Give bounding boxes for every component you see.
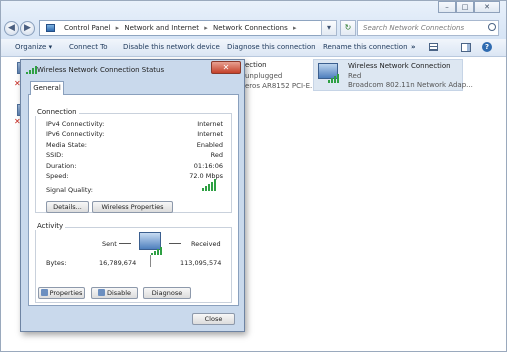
lan-connection-name[interactable]: ection <box>245 61 267 69</box>
shield-icon <box>97 289 105 296</box>
more-commands-button[interactable]: » <box>411 43 416 51</box>
breadcrumb-control-panel[interactable]: Control Panel <box>64 24 110 32</box>
diagnose-connection-button[interactable]: Diagnose this connection <box>227 43 316 51</box>
ssid-value: Red <box>210 151 223 159</box>
signal-bars-icon <box>328 74 339 83</box>
activity-group-label: Activity <box>35 222 66 230</box>
connect-to-button[interactable]: Connect To <box>69 43 108 51</box>
preview-pane-icon[interactable] <box>461 43 471 52</box>
activity-signal-icon <box>151 247 162 255</box>
command-bar: Organize ▾ Connect To Disable this netwo… <box>1 39 506 57</box>
minimize-button[interactable]: – <box>438 1 456 13</box>
address-bar[interactable]: Control Panel ▸ Network and Internet ▸ N… <box>39 20 337 36</box>
lan-connection-adapter: eros AR8152 PCI-E... <box>245 82 317 90</box>
breadcrumb-sep-icon: ▸ <box>293 24 297 32</box>
bytes-label: Bytes: <box>46 259 67 267</box>
dialog-close-icon[interactable]: ✕ <box>211 61 241 74</box>
received-label: Received <box>191 240 221 248</box>
breadcrumb-network-connections[interactable]: Network Connections <box>213 24 288 32</box>
search-input[interactable]: Search Network Connections <box>357 20 499 36</box>
help-icon[interactable]: ? <box>482 42 492 52</box>
media-state-label: Media State: <box>46 141 87 149</box>
tab-general[interactable]: General <box>30 81 64 95</box>
maximize-button[interactable]: □ <box>456 1 474 13</box>
ipv4-value: Internet <box>197 120 223 128</box>
breadcrumb-network-internet[interactable]: Network and Internet <box>124 24 199 32</box>
rename-connection-button[interactable]: Rename this connection <box>323 43 408 51</box>
view-options-icon[interactable] <box>429 43 438 51</box>
received-line <box>169 243 181 244</box>
wireless-connection-item[interactable]: Wireless Network Connection Red Broadcom… <box>313 59 473 91</box>
bytes-divider <box>150 255 151 267</box>
diagnose-button[interactable]: Diagnose <box>143 287 191 299</box>
dialog-title: Wireless Network Connection Status <box>37 66 165 74</box>
sent-line <box>119 243 131 244</box>
general-tab-panel: Connection IPv4 Connectivity: Internet I… <box>28 94 239 306</box>
window-close-button[interactable]: ✕ <box>474 1 500 13</box>
ipv6-label: IPv6 Connectivity: <box>46 130 105 138</box>
close-button[interactable]: Close <box>192 313 235 325</box>
shield-icon <box>40 289 48 296</box>
disable-button[interactable]: Disable <box>91 287 138 299</box>
search-icon[interactable] <box>488 23 496 31</box>
disable-label: Disable <box>106 289 132 297</box>
bytes-received-value: 113,095,574 <box>180 259 222 267</box>
wireless-status-dialog: Wireless Network Connection Status ✕ Gen… <box>20 59 245 332</box>
duration-value: 01:16:06 <box>193 162 223 170</box>
signal-quality-icon <box>202 179 216 191</box>
sent-label: Sent <box>102 240 117 248</box>
dialog-signal-icon <box>26 66 37 74</box>
wireless-connection-adapter: Broadcom 802.11n Network Adap... <box>348 81 473 89</box>
bytes-sent-value: 16,789,674 <box>99 259 137 267</box>
address-dropdown-icon[interactable]: ▾ <box>321 20 337 36</box>
control-panel-icon <box>46 24 55 32</box>
wireless-connection-status: Red <box>348 72 362 80</box>
wireless-connection-name: Wireless Network Connection <box>348 62 451 70</box>
disable-device-button[interactable]: Disable this network device <box>123 43 220 51</box>
ssid-label: SSID: <box>46 151 64 159</box>
speed-label: Speed: <box>46 172 69 180</box>
refresh-icon[interactable]: ↻ <box>340 20 356 36</box>
breadcrumb-sep-icon: ▸ <box>115 24 120 32</box>
lan-connection-status: unplugged <box>245 72 283 80</box>
back-button[interactable]: ◀ <box>4 21 19 36</box>
connection-group-label: Connection <box>35 108 79 116</box>
duration-label: Duration: <box>46 162 77 170</box>
ipv6-value: Internet <box>197 130 223 138</box>
organize-button[interactable]: Organize ▾ <box>15 43 52 51</box>
details-button[interactable]: Details... <box>46 201 89 213</box>
signal-quality-label: Signal Quality: <box>46 186 93 194</box>
breadcrumb-sep-icon: ▸ <box>204 24 208 32</box>
window-titlebar: – □ ✕ ◀ ▶ Control Panel ▸ Network and In… <box>1 1 506 39</box>
wireless-properties-button[interactable]: Wireless Properties <box>92 201 173 213</box>
media-state-value: Enabled <box>196 141 223 149</box>
ipv4-label: IPv4 Connectivity: <box>46 120 105 128</box>
forward-button[interactable]: ▶ <box>20 21 35 36</box>
properties-button[interactable]: Properties <box>38 287 85 299</box>
properties-label: Properties <box>49 289 83 297</box>
